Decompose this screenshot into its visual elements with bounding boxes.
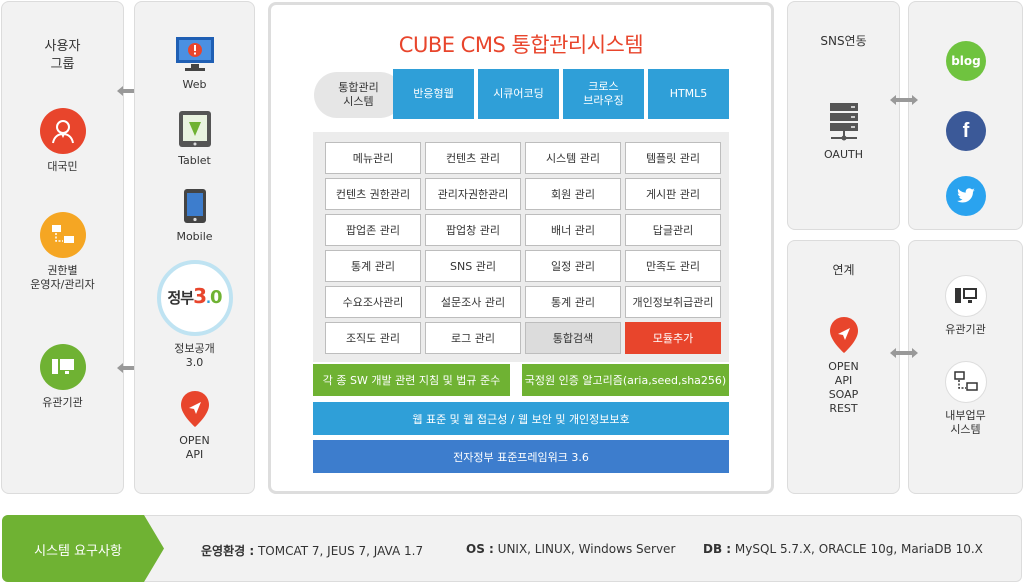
tab-responsive-web: 반응형웹 [393,69,474,119]
gov30-item: 정부3.0 정보공개 3.0 [135,260,254,370]
server-icon [788,102,899,142]
related-agency-label: 유관기관 [945,323,986,336]
sns-icons-panel: blog f [908,1,1023,230]
web-label: Web [182,78,207,91]
module-member[interactable]: 회원 관리 [525,178,621,210]
admin-label: 권한별 운영자/관리자 [30,264,95,291]
module-demand-survey[interactable]: 수요조사관리 [325,286,421,318]
module-template[interactable]: 템플릿 관리 [625,142,721,174]
integrated-system-pill: 통합관리 시스템 [314,72,403,118]
web-item: Web [135,36,254,92]
runtime-env-key: 운영환경 : [201,544,255,558]
location-pin-icon [788,316,899,354]
egov-framework-bar: 전자정부 표준프레임워크 3.6 [313,440,729,473]
runtime-env-value: TOMCAT 7, JEUS 7, JAVA 1.7 [257,544,424,558]
cms-title: CUBE CMS 통합관리시스템 [398,33,644,57]
runtime-env: 운영환경 : TOMCAT 7, JEUS 7, JAVA 1.7 [201,542,423,559]
blog-icon-text: blog [951,54,981,68]
organization-icon [39,344,86,390]
module-reply[interactable]: 답글관리 [625,214,721,246]
module-sns[interactable]: SNS 관리 [425,250,521,282]
open-api-soap-item: OPEN API SOAP REST [788,316,899,416]
os-value: UNIX, LINUX, Windows Server [497,542,676,556]
tablet-label: Tablet [178,154,211,167]
sns-title: SNS연동 [820,34,867,48]
admin-item: 권한별 운영자/관리자 [2,212,123,292]
user-group-title: 사용자 그룹 [44,39,81,72]
cms-main-panel: CUBE CMS 통합관리시스템 통합관리 시스템 반응형웹 시큐어코딩 크로스… [268,2,774,494]
db-value: MySQL 5.7.X, ORACLE 10g, MariaDB 10.X [734,542,983,556]
integration-title: 연계 [832,263,855,277]
crypto-algorithm-bar: 국정원 인증 알고리즘(aria,seed,sha256) [522,364,729,396]
os-env: OS : UNIX, LINUX, Windows Server [466,542,675,556]
module-statistics-2[interactable]: 통계 관리 [525,286,621,318]
module-board[interactable]: 게시판 관리 [625,178,721,210]
organization-icon [944,275,987,317]
monitor-icon [135,36,254,72]
requirements-label: 시스템 요구사항 [34,544,122,559]
module-unified-search[interactable]: 통합검색 [525,322,621,354]
gov30-label: 정보공개 3.0 [174,342,215,369]
oauth-item: OAUTH [788,102,899,162]
module-org-chart[interactable]: 조직도 관리 [325,322,421,354]
module-system[interactable]: 시스템 관리 [525,142,621,174]
organization-label: 유관기관 [42,396,83,409]
module-satisfaction[interactable]: 만족도 관리 [625,250,721,282]
integration-panel: 연계 OPEN API SOAP REST [787,240,900,494]
db-key: DB : [703,542,732,556]
module-statistics[interactable]: 통계 관리 [325,250,421,282]
tablet-item: Tablet [135,110,254,168]
module-menu[interactable]: 메뉴관리 [325,142,421,174]
integration-targets-panel: 유관기관 내부업무 시스템 [908,240,1023,494]
tablet-icon [135,110,254,148]
organization-item: 유관기관 [2,344,123,410]
module-banner[interactable]: 배너 관리 [525,214,621,246]
mobile-label: Mobile [176,230,213,243]
module-grid: 메뉴관리 컨텐츠 관리 시스템 관리 템플릿 관리컨텐츠 권한관리 관리자권한관리 회원 … [313,132,729,362]
module-questionnaire[interactable]: 설문조사 관리 [425,286,521,318]
internal-system-item: 내부업무 시스템 [909,361,1022,437]
module-add-module[interactable]: 모듈추가 [625,322,721,354]
module-privacy[interactable]: 개인정보취급관리 [625,286,721,318]
module-content[interactable]: 컨텐츠 관리 [425,142,521,174]
oauth-label: OAUTH [823,148,864,161]
open-api-item: OPEN API [135,390,254,462]
module-popup-zone[interactable]: 팝업존 관리 [325,214,421,246]
mobile-icon [135,188,254,224]
api-protocols-label: OPEN API SOAP REST [828,360,859,415]
os-key: OS : [466,542,494,556]
citizen-item: 대국민 [2,108,123,174]
bidirectional-arrow-icon [890,95,918,105]
sns-panel: SNS연동 OAUTH [787,1,900,230]
module-admin-permission[interactable]: 관리자권한관리 [425,178,521,210]
bidirectional-arrow-icon [890,348,918,358]
facebook-icon-text: f [962,119,970,142]
admin-network-icon [39,212,86,258]
tab-secure-coding: 시큐어코딩 [478,69,559,119]
internal-system-label: 내부업무 시스템 [945,409,986,436]
module-content-permission[interactable]: 컨텐츠 권한관리 [325,178,421,210]
sw-guideline-bar: 각 종 SW 개발 관련 지침 및 법규 준수 [313,364,510,396]
module-log[interactable]: 로그 관리 [425,322,521,354]
gov30-logo: 정부3.0 [156,260,233,336]
db-env: DB : MySQL 5.7.X, ORACLE 10g, MariaDB 10… [703,542,983,556]
module-schedule[interactable]: 일정 관리 [525,250,621,282]
mobile-item: Mobile [135,188,254,244]
facebook-icon[interactable]: f [946,111,986,151]
web-standards-bar: 웹 표준 및 웹 접근성 / 웹 보안 및 개인정보보호 [313,402,729,435]
related-agency-item: 유관기관 [909,275,1022,337]
tab-html5: HTML5 [648,69,729,119]
twitter-icon[interactable] [946,176,986,216]
open-api-label: OPEN API [179,434,210,461]
blog-icon[interactable]: blog [946,41,986,81]
location-pin-icon [135,390,254,428]
system-requirements-footer: 시스템 요구사항 운영환경 : TOMCAT 7, JEUS 7, JAVA 1… [2,515,1022,582]
devices-panel: Web Tablet Mobile 정부3.0 정보공개 3.0 OPEN AP… [134,1,255,494]
tab-cross-browsing: 크로스 브라우징 [563,69,644,119]
citizen-icon [39,108,86,154]
user-group-panel: 사용자 그룹 대국민 권한별 운영자/관리자 유관기관 [1,1,124,494]
module-popup-window[interactable]: 팝업창 관리 [425,214,521,246]
citizen-label: 대국민 [47,160,78,173]
internal-network-icon [944,361,987,403]
